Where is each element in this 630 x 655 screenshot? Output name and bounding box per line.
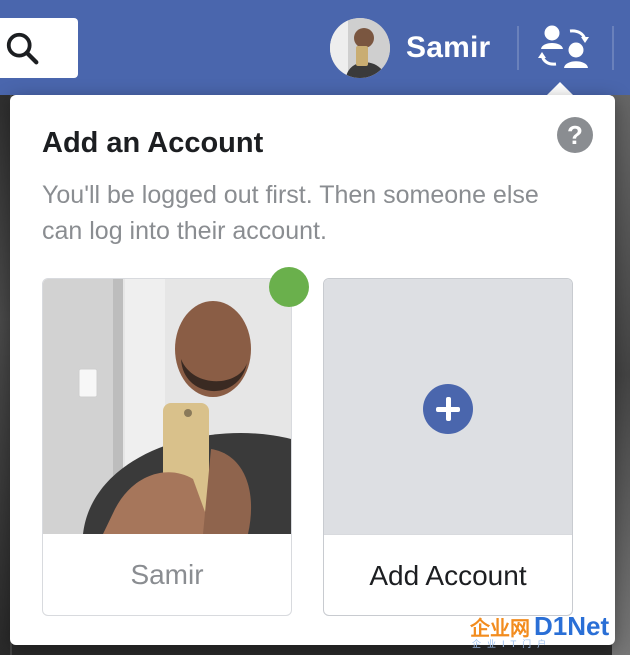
header-divider [517,26,519,70]
svg-text:企业网: 企业网 [470,616,530,640]
avatar [330,18,390,78]
popover-subtitle: You'll be logged out first. Then someone… [42,181,539,245]
popover-caret [546,82,574,96]
profile-name: Samir [406,31,491,64]
search-input[interactable] [0,18,78,78]
add-account-area [324,279,572,534]
search-icon [6,32,39,65]
account-name: Samir [130,558,204,590]
svg-text:企业IT门户: 企业IT门户 [472,638,552,649]
add-account-label: Add Account [324,534,572,615]
account-card-samir[interactable]: Samir [42,278,292,616]
account-photo [43,279,291,534]
online-status-indicator [269,267,309,307]
top-navigation-bar: Samir [0,0,630,95]
svg-text:D1Net: D1Net [534,613,609,641]
switch-accounts-icon[interactable] [536,22,594,72]
profile-shortcut[interactable]: Samir [330,18,490,78]
popover-title: Add an Account [42,127,264,159]
plus-icon [423,384,473,434]
watermark-logo: 企业网 D1Net 企业IT门户 [470,613,609,649]
add-account-popover: ? Add an Account You'll be logged out fi… [10,95,615,645]
add-account-card[interactable]: Add Account [323,278,573,616]
account-cards: Samir Add Account [42,278,582,616]
help-icon[interactable]: ? [557,117,593,153]
header-divider [612,26,614,70]
